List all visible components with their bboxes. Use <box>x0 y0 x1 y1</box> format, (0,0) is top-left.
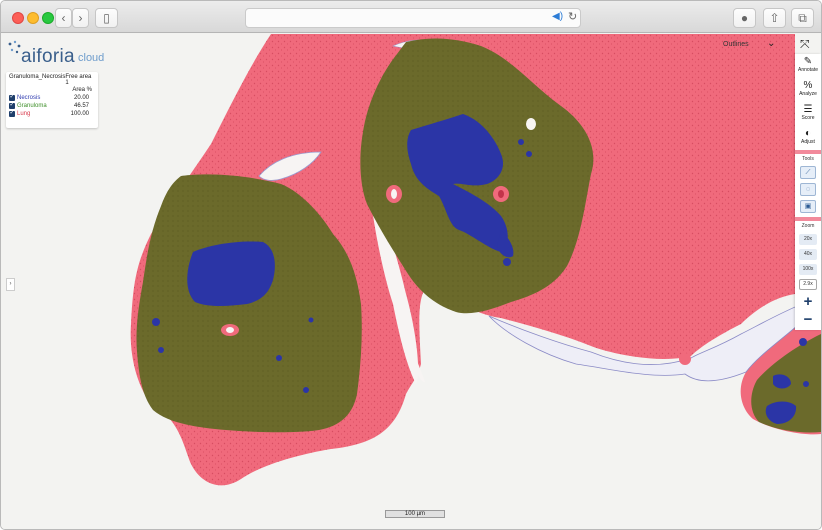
snapshot-tool-button[interactable]: ▣ <box>800 200 816 213</box>
adjust-label: Adjust <box>801 139 815 145</box>
minimize-window-button[interactable] <box>27 12 39 24</box>
ruler-icon: ⟋ <box>805 169 811 176</box>
pencil-icon: ✎ <box>803 56 813 67</box>
back-button[interactable]: ‹ <box>55 8 72 28</box>
necrosis-left <box>187 241 275 306</box>
percent-icon: % <box>803 80 813 91</box>
outlines-dropdown[interactable]: Outlines <box>723 41 749 48</box>
legend-row-lung: Lung 100.00 <box>9 109 95 117</box>
chevron-down-icon[interactable]: ⌄ <box>767 38 775 49</box>
tools-section-label: Tools <box>802 156 814 162</box>
score-button[interactable]: ☰ Score <box>795 102 821 126</box>
close-window-button[interactable] <box>12 12 24 24</box>
legend-row-value: 20.00 <box>73 95 89 101</box>
annotate-label: Annotate <box>797 67 819 73</box>
zoom-100x-button[interactable]: 100x <box>799 264 817 275</box>
lung-checkbox[interactable] <box>9 109 15 117</box>
download-button[interactable]: ● <box>733 8 756 28</box>
legend-row-label: Necrosis <box>17 95 41 101</box>
share-icon: ⇧ <box>769 11 780 25</box>
legend-area-name: Free area 1 <box>65 74 92 86</box>
zoom-section-label: Zoom <box>801 223 815 229</box>
analyze-label: Analyze <box>799 91 817 97</box>
scale-bar: 100 µm <box>385 510 445 518</box>
tabs-icon: ⧉ <box>798 11 807 25</box>
chevron-right-icon: › <box>9 281 12 287</box>
zoom-20x-button[interactable]: 20x <box>799 234 817 245</box>
share-button[interactable]: ⇧ <box>763 8 786 28</box>
slide-viewer[interactable]: aiforia cloud Granuloma_Necrosis Free ar… <box>1 34 821 529</box>
legend-row-value: 100.00 <box>70 111 89 117</box>
browser-window: ‹ › ▯ ◀) ↻ ● ⇧ ⧉ aiforia cloud Granuloma… <box>0 0 822 530</box>
legend-row-granuloma: Granuloma 46.57 <box>9 101 95 109</box>
results-legend-panel: Granuloma_Necrosis Free area 1 Area % Ne… <box>6 72 98 128</box>
right-toolbar: ✎ Annotate % Analyze ☰ Score ◐ Adjust To… <box>795 54 821 330</box>
forward-button[interactable]: › <box>72 8 89 28</box>
camera-icon: ▣ <box>804 203 812 210</box>
title-bar: ‹ › ▯ ◀) ↻ ● ⇧ ⧉ <box>1 1 821 33</box>
score-icon: ☰ <box>803 104 813 115</box>
adjust-button[interactable]: ◐ Adjust <box>795 126 821 150</box>
legend-row-necrosis: Necrosis 20.00 <box>9 93 95 101</box>
legend-column-header: Area % <box>72 87 92 93</box>
legend-row-label: Lung <box>17 111 31 117</box>
address-bar[interactable]: ◀) ↻ <box>245 8 581 28</box>
zoom-level-field[interactable]: 2.9x <box>799 279 817 290</box>
contrast-icon: ◐ <box>804 128 812 139</box>
logo-text: aiforia <box>21 46 75 67</box>
chevron-left-icon: ‹ <box>61 11 66 25</box>
zoom-out-button[interactable]: − <box>795 312 821 327</box>
zoom-in-button[interactable]: + <box>795 294 821 309</box>
chevron-right-icon: › <box>78 11 83 25</box>
ruler-tool-button[interactable]: ⟋ <box>800 166 816 179</box>
score-label: Score <box>801 115 815 121</box>
legend-row-value: 46.57 <box>73 103 89 109</box>
side-panel-toggle[interactable]: › <box>6 278 15 291</box>
sidebar-icon: ▯ <box>103 11 110 25</box>
speaker-icon[interactable]: ◀) <box>552 11 563 22</box>
sidebar-toggle-button[interactable]: ▯ <box>95 8 118 28</box>
tissue-slide-image <box>130 34 821 486</box>
fullscreen-icon[interactable]: ⤧ <box>800 37 810 52</box>
reload-icon[interactable]: ↻ <box>568 10 577 23</box>
comment-tool-button[interactable]: ◌ <box>800 183 816 196</box>
logo-subtext: cloud <box>78 52 105 64</box>
annotate-button[interactable]: ✎ Annotate <box>795 54 821 78</box>
legend-title: Granuloma_Necrosis <box>9 74 66 80</box>
comment-icon: ◌ <box>805 186 811 193</box>
legend-row-label: Granuloma <box>17 103 47 109</box>
download-icon: ● <box>740 11 749 25</box>
zoom-window-button[interactable] <box>42 12 54 24</box>
analyze-button[interactable]: % Analyze <box>795 78 821 102</box>
tabs-button[interactable]: ⧉ <box>791 8 814 28</box>
zoom-40x-button[interactable]: 40x <box>799 249 817 260</box>
